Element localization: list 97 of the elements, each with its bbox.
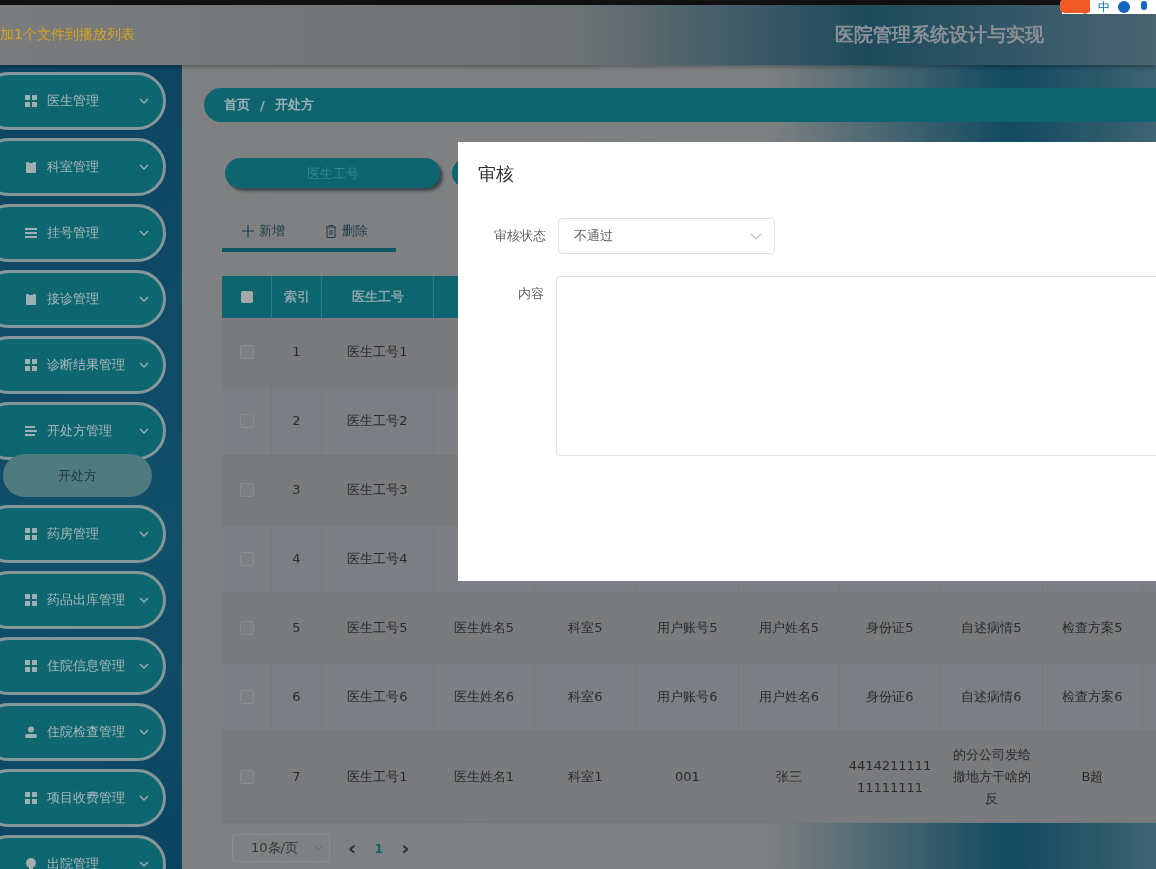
field-label: 内容 xyxy=(517,285,545,303)
table-cell-text: 441421111111111111 xyxy=(848,757,932,797)
chevron-icon xyxy=(314,845,323,851)
table-cell-text: 身份证6 xyxy=(866,688,914,706)
table-cell-text: 检查方案5 xyxy=(1062,619,1123,637)
chevron-icon xyxy=(139,597,149,603)
microphone-icon[interactable] xyxy=(1138,1,1150,13)
table-cell-text: 医生工号1 xyxy=(347,343,408,361)
add-button[interactable]: 新增 xyxy=(242,222,285,240)
table-cell-text: 的分公司发给撒地方干啥的反 xyxy=(951,746,1032,808)
page-number[interactable]: 1 xyxy=(374,840,384,856)
person-icon xyxy=(25,726,37,738)
chevron-icon xyxy=(139,663,149,669)
table-cell-text: 医生工号5 xyxy=(347,619,408,637)
table-cell-text: 用户账号6 xyxy=(657,688,718,706)
sidebar-menu-item[interactable]: 科室管理 xyxy=(0,138,166,196)
table-cell-text: 用户账号5 xyxy=(657,619,718,637)
table-cell-text: 医生工号3 xyxy=(347,481,408,499)
table-cell-text: 医生工号6 xyxy=(347,688,408,706)
chevron-icon xyxy=(139,729,149,735)
sidebar-menu-item[interactable]: 出院管理 xyxy=(0,835,166,869)
sidebar-menu-item[interactable]: 住院信息管理 xyxy=(0,637,166,695)
chevron-icon xyxy=(139,531,149,537)
input-method-icon[interactable] xyxy=(1060,0,1090,15)
table-cell-text: 科室5 xyxy=(568,619,603,637)
breadcrumb-link[interactable]: 开处方 xyxy=(274,96,314,114)
sidebar-menu-item[interactable]: 住院检查管理 xyxy=(0,703,166,761)
grid-icon xyxy=(25,359,37,371)
table-cell-text: 自述病情5 xyxy=(961,619,1022,637)
table-cell-text: B超 xyxy=(1081,768,1104,786)
sidebar-menu-item[interactable]: 项目收费管理 xyxy=(0,769,166,827)
table-cell-text: 4 xyxy=(292,550,301,568)
table-cell-text: 5 xyxy=(292,619,301,637)
table-cell-text: 医生姓名5 xyxy=(453,619,515,637)
chevron-icon xyxy=(139,428,149,434)
sidebar-menu-item[interactable]: 开处方管理 xyxy=(0,402,166,460)
sidebar-menu-item[interactable]: 药品出库管理 xyxy=(0,571,166,629)
sidebar-menu-item[interactable]: 医生管理 xyxy=(0,72,166,130)
status-select[interactable]: 不通过 xyxy=(558,218,775,254)
chevron-icon xyxy=(139,795,149,801)
table-cell-text: 001 xyxy=(675,768,700,786)
table-cell-text: 医生姓名1 xyxy=(453,768,515,786)
list-icon xyxy=(25,425,37,437)
table-cell-text: 科室1 xyxy=(568,768,603,786)
previous-page-button[interactable]: ‹ xyxy=(348,838,357,858)
next-page-button[interactable]: › xyxy=(401,838,410,858)
emoji-icon[interactable] xyxy=(1118,1,1130,13)
dialog-title: 审核 xyxy=(478,162,515,186)
table-cell-text: 1 xyxy=(292,343,301,361)
ime-mode-toggle[interactable]: 中 xyxy=(1098,0,1110,14)
sidebar-submenu-item[interactable]: 开处方 xyxy=(3,454,152,497)
table-cell-text: 用户姓名6 xyxy=(758,688,820,706)
grid-icon xyxy=(25,95,37,107)
sidebar-menu-item[interactable]: 诊断结果管理 xyxy=(0,336,166,394)
table-cell-text: 检查方案6 xyxy=(1062,688,1123,706)
breadcrumb-separator: / xyxy=(260,97,265,113)
table-cell-text: 医生工号4 xyxy=(347,550,408,568)
select-all-checkbox[interactable] xyxy=(240,291,253,303)
content-textarea[interactable] xyxy=(556,276,1156,456)
trash-icon xyxy=(325,224,337,238)
field-label: 审核状态 xyxy=(493,227,546,245)
table-cell-text: 科室6 xyxy=(568,688,603,706)
chevron-icon xyxy=(139,861,149,867)
table-cell-text: 张三 xyxy=(776,768,802,786)
table-cell-text: 自述病情6 xyxy=(961,688,1022,706)
chevron-icon xyxy=(139,98,149,104)
chevron-icon xyxy=(139,164,149,170)
clipboard-icon xyxy=(25,161,37,173)
list-icon xyxy=(25,227,37,239)
table-cell-text: 医生工号2 xyxy=(347,412,408,430)
grid-icon xyxy=(25,594,37,606)
table-cell-text: 用户姓名5 xyxy=(758,619,820,637)
sidebar-menu-item[interactable]: 挂号管理 xyxy=(0,204,166,262)
grid-icon xyxy=(25,528,37,540)
delete-button[interactable]: 删除 xyxy=(325,222,368,240)
grid-icon xyxy=(25,660,37,672)
grid-icon xyxy=(25,792,37,804)
plus-icon xyxy=(242,225,254,237)
clipboard-icon xyxy=(25,293,37,305)
table-cell-text: 身份证5 xyxy=(866,619,914,637)
chevron-icon xyxy=(139,362,149,368)
table-cell-text: 医生姓名6 xyxy=(453,688,515,706)
chevron-icon xyxy=(139,230,149,236)
table-cell-text: 6 xyxy=(292,688,301,706)
app-title: 医院管理系统设计与实现 xyxy=(835,22,1044,47)
sidebar-menu-item[interactable]: 药房管理 xyxy=(0,505,166,563)
chevron-icon xyxy=(139,296,149,302)
table-cell-text: 7 xyxy=(292,768,301,786)
breadcrumb-link[interactable]: 首页 xyxy=(224,96,250,114)
table-cell-text: 2 xyxy=(292,412,301,430)
table-cell-text: 3 xyxy=(292,481,301,499)
sidebar-menu-item[interactable]: 接诊管理 xyxy=(0,270,166,328)
notification-text: 加1个文件到播放列表 xyxy=(0,26,135,44)
chevron-icon xyxy=(750,232,762,240)
bulb-icon xyxy=(25,858,37,869)
table-cell-text: 医生工号1 xyxy=(347,768,408,786)
page-size-select[interactable]: 10条/页 xyxy=(232,834,330,862)
